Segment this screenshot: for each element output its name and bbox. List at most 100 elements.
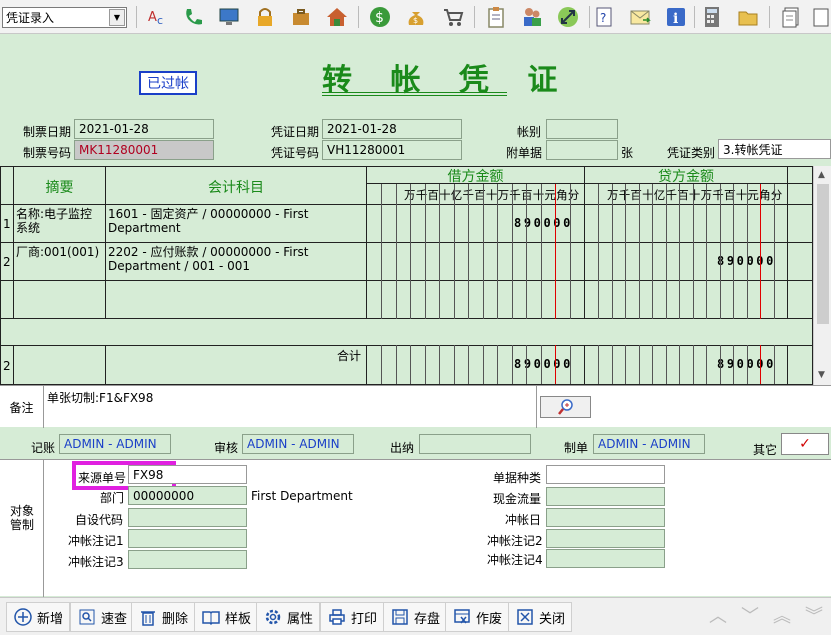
- nav-first-icon[interactable]: ︽: [770, 600, 794, 630]
- magnifier-icon: [557, 399, 573, 415]
- close-label: 关闭: [539, 611, 566, 627]
- note4-label: 冲帐注记4: [487, 553, 543, 567]
- briefcase-icon[interactable]: [288, 4, 314, 30]
- document-icon[interactable]: [778, 4, 804, 30]
- add-button[interactable]: 新增: [6, 602, 71, 632]
- issue-date-label: 制票日期: [23, 125, 72, 139]
- total-debit-amount: 890000: [514, 357, 573, 371]
- print-button[interactable]: 打印: [320, 602, 385, 632]
- resize-icon[interactable]: [555, 4, 581, 30]
- voucher-no-label: 凭证号码: [271, 146, 320, 160]
- delete-button[interactable]: 删除: [131, 602, 196, 632]
- scroll-up-icon[interactable]: ▲: [818, 170, 825, 180]
- credit-digit-header: 万千百十亿千百十万千百十元角分: [607, 188, 783, 202]
- save-label: 存盘: [414, 611, 441, 627]
- overflow-icon[interactable]: [808, 4, 831, 30]
- bookkeeper-field[interactable]: ADMIN - ADMIN: [59, 434, 171, 454]
- source-no-label: 来源单号: [78, 471, 127, 485]
- posted-stamp: 已过帐: [139, 71, 197, 95]
- note4-field[interactable]: [546, 549, 665, 568]
- zoom-button[interactable]: [540, 396, 591, 418]
- voucher-date-field[interactable]: 2021-01-28: [322, 119, 462, 139]
- account-book-label: 帐别: [517, 125, 542, 139]
- folder-icon[interactable]: [735, 4, 761, 30]
- clipboard-icon[interactable]: [483, 4, 509, 30]
- chevron-down-icon[interactable]: ▼: [109, 9, 125, 26]
- cashier-label: 出纳: [390, 441, 415, 455]
- issue-no-field[interactable]: MK11280001: [74, 140, 214, 160]
- nav-down-icon[interactable]: ﹀: [738, 600, 762, 630]
- review-field[interactable]: ADMIN - ADMIN: [242, 434, 354, 454]
- close-button[interactable]: 关闭: [508, 602, 573, 632]
- properties-button[interactable]: 属性: [256, 602, 321, 632]
- issue-date-field[interactable]: 2021-01-28: [74, 119, 214, 139]
- entry-grid: 摘要 会计科目 借方金额 贷方金额 万千百十亿千百十万千百十元角分 万千百十亿千…: [0, 166, 813, 385]
- maker-field[interactable]: ADMIN - ADMIN: [593, 434, 705, 454]
- svg-text:$: $: [375, 10, 384, 26]
- row-debit-amount[interactable]: 890000: [514, 216, 573, 230]
- phone-icon[interactable]: [180, 4, 206, 30]
- other-check-button[interactable]: ✓: [781, 433, 829, 455]
- attachments-field[interactable]: [546, 140, 618, 160]
- scroll-thumb[interactable]: [817, 184, 829, 324]
- row-number: 2: [3, 255, 11, 269]
- note1-field[interactable]: [128, 529, 247, 548]
- voucher-no-field[interactable]: VH11280001: [322, 140, 462, 160]
- spellcheck-icon[interactable]: Ac: [145, 4, 171, 30]
- row-summary[interactable]: 厂商:001(001): [16, 245, 104, 259]
- monitor-icon[interactable]: [216, 4, 242, 30]
- debit-header: 借方金额: [447, 169, 504, 185]
- calculator-icon[interactable]: [699, 4, 725, 30]
- grid-scrollbar[interactable]: ▲ ▼: [813, 166, 831, 385]
- custom-code-field[interactable]: [128, 508, 247, 527]
- account-book-field[interactable]: [546, 119, 618, 139]
- row-account[interactable]: 1601 - 固定资产 / 00000000 - First Departmen…: [108, 207, 363, 235]
- void-button[interactable]: 作废: [445, 602, 510, 632]
- scroll-down-icon[interactable]: ▼: [818, 370, 825, 380]
- doc-type-field[interactable]: [546, 465, 665, 484]
- remark-label: 备注: [0, 386, 44, 428]
- top-toolbar: 凭证录入 ▼ Ac $ $ ? i: [0, 0, 831, 34]
- credit-header: 贷方金额: [658, 169, 714, 185]
- voucher-type-label: 凭证类别: [667, 146, 716, 160]
- nav-last-icon[interactable]: ︾: [802, 600, 826, 630]
- row-account[interactable]: 2202 - 应付账款 / 00000000 - First Departmen…: [108, 245, 363, 273]
- note2-field[interactable]: [546, 529, 665, 548]
- voucher-type-select[interactable]: 3.转帐凭证: [718, 139, 831, 159]
- quick-search-button[interactable]: 速查: [70, 602, 135, 632]
- maker-label: 制单: [564, 441, 589, 455]
- template-button[interactable]: 样板: [194, 602, 259, 632]
- users-icon[interactable]: [519, 4, 545, 30]
- attachments-label: 附单据: [506, 146, 543, 160]
- nav-up-icon[interactable]: ︿: [706, 600, 730, 630]
- info-icon[interactable]: i: [663, 4, 689, 30]
- cart-icon[interactable]: [440, 4, 466, 30]
- money-bag-icon[interactable]: $: [403, 4, 429, 30]
- add-label: 新增: [37, 611, 64, 627]
- offset-date-field[interactable]: [546, 508, 665, 527]
- row-summary[interactable]: 名称:电子监控系统: [16, 207, 104, 235]
- bookkeeper-label: 记账: [31, 441, 56, 455]
- dollar-icon[interactable]: $: [367, 4, 393, 30]
- cash-flow-field[interactable]: [546, 487, 665, 506]
- object-control-label: 对象管制: [9, 504, 34, 532]
- save-button[interactable]: 存盘: [383, 602, 448, 632]
- cashier-field[interactable]: [419, 434, 531, 454]
- note1-label: 冲帐注记1: [68, 534, 124, 548]
- voucher-date-label: 凭证日期: [271, 125, 320, 139]
- check-icon: ✓: [799, 436, 811, 452]
- note3-label: 冲帐注记3: [68, 555, 124, 569]
- trash-icon: [138, 607, 158, 627]
- mail-icon[interactable]: [627, 4, 653, 30]
- help-icon[interactable]: ?: [591, 4, 617, 30]
- home-icon[interactable]: [324, 4, 350, 30]
- note3-field[interactable]: [128, 550, 247, 569]
- total-count: 2: [3, 359, 11, 373]
- mode-select[interactable]: 凭证录入 ▼: [2, 7, 127, 28]
- title-underline: [322, 92, 507, 93]
- mode-select-value: 凭证录入: [6, 11, 55, 25]
- lock-icon[interactable]: [252, 4, 278, 30]
- remark-text[interactable]: 单张切制:F1&FX98: [47, 389, 153, 406]
- source-no-field[interactable]: FX98: [128, 465, 247, 484]
- dept-code-field[interactable]: 00000000: [128, 486, 247, 505]
